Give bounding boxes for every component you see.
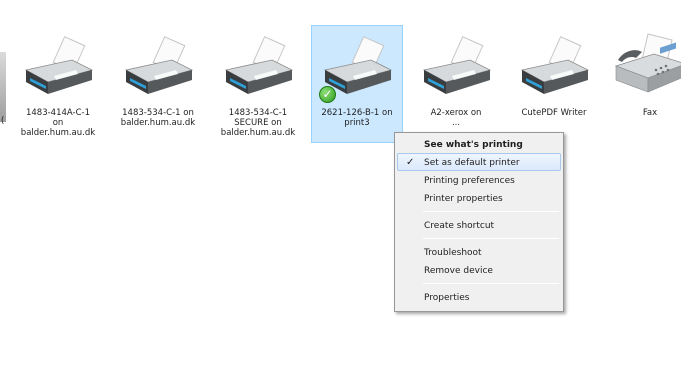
device-label: A2-xerox on ... xyxy=(430,108,482,128)
device-item[interactable]: A2-xerox on ... xyxy=(410,25,502,143)
menu-item-label: Printer properties xyxy=(424,194,503,204)
device-item[interactable]: CutePDF Writer xyxy=(508,25,600,143)
menu-item-label: Remove device xyxy=(424,266,493,276)
device-label: Fax xyxy=(642,108,658,118)
menu-item-properties[interactable]: Properties xyxy=(397,288,561,306)
partial-printer-icon xyxy=(0,52,6,122)
menu-item-printer-properties[interactable]: Printer properties xyxy=(397,189,561,207)
menu-item-set-default-printer[interactable]: ✓ Set as default printer xyxy=(397,153,561,171)
menu-item-label: Troubleshoot xyxy=(424,248,482,258)
menu-separator xyxy=(423,283,559,284)
menu-item-create-shortcut[interactable]: Create shortcut xyxy=(397,216,561,234)
device-label: 1483-534-C-1 on balder.hum.au.dk xyxy=(120,108,196,128)
printer-icon xyxy=(118,30,198,104)
device-label: 1483-534-C-1 SECURE on balder.hum.au.dk xyxy=(220,108,296,138)
device-item[interactable]: 1483-534-C-1 on balder.hum.au.dk xyxy=(112,25,204,143)
device-item[interactable]: 1483-414A-C-1 on balder.hum.au.dk xyxy=(12,25,104,143)
menu-item-troubleshoot[interactable]: Troubleshoot xyxy=(397,243,561,261)
context-menu: See what's printing ✓ Set as default pri… xyxy=(394,132,564,312)
menu-separator xyxy=(423,211,559,212)
menu-item-label: See what's printing xyxy=(424,140,523,150)
menu-item-label: Create shortcut xyxy=(424,221,495,231)
device-item[interactable]: Fax xyxy=(604,25,681,143)
printer-icon: ✓ xyxy=(317,30,397,104)
menu-item-see-whats-printing[interactable]: See what's printing xyxy=(397,135,561,153)
menu-item-printing-preferences[interactable]: Printing preferences xyxy=(397,171,561,189)
menu-item-label: Properties xyxy=(424,293,470,303)
default-printer-check-icon: ✓ xyxy=(319,86,336,103)
menu-item-label: Set as default printer xyxy=(424,158,520,168)
device-item[interactable]: 1483-534-C-1 SECURE on balder.hum.au.dk xyxy=(212,25,304,143)
printer-icon xyxy=(218,30,298,104)
device-label: 1483-414A-C-1 on balder.hum.au.dk xyxy=(20,108,96,138)
device-label: 2621-126-B-1 on print3 xyxy=(321,108,393,128)
menu-item-label: Printing preferences xyxy=(424,176,515,186)
printer-icon xyxy=(416,30,496,104)
printer-icon xyxy=(18,30,98,104)
partial-device-label: ( xyxy=(1,116,5,126)
fax-icon xyxy=(610,30,681,104)
device-item-selected[interactable]: ✓ 2621-126-B-1 on print3 xyxy=(311,25,403,143)
menu-separator xyxy=(423,238,559,239)
checkmark-icon: ✓ xyxy=(406,157,415,168)
printer-icon xyxy=(514,30,594,104)
device-label: CutePDF Writer xyxy=(521,108,587,118)
menu-item-remove-device[interactable]: Remove device xyxy=(397,261,561,279)
